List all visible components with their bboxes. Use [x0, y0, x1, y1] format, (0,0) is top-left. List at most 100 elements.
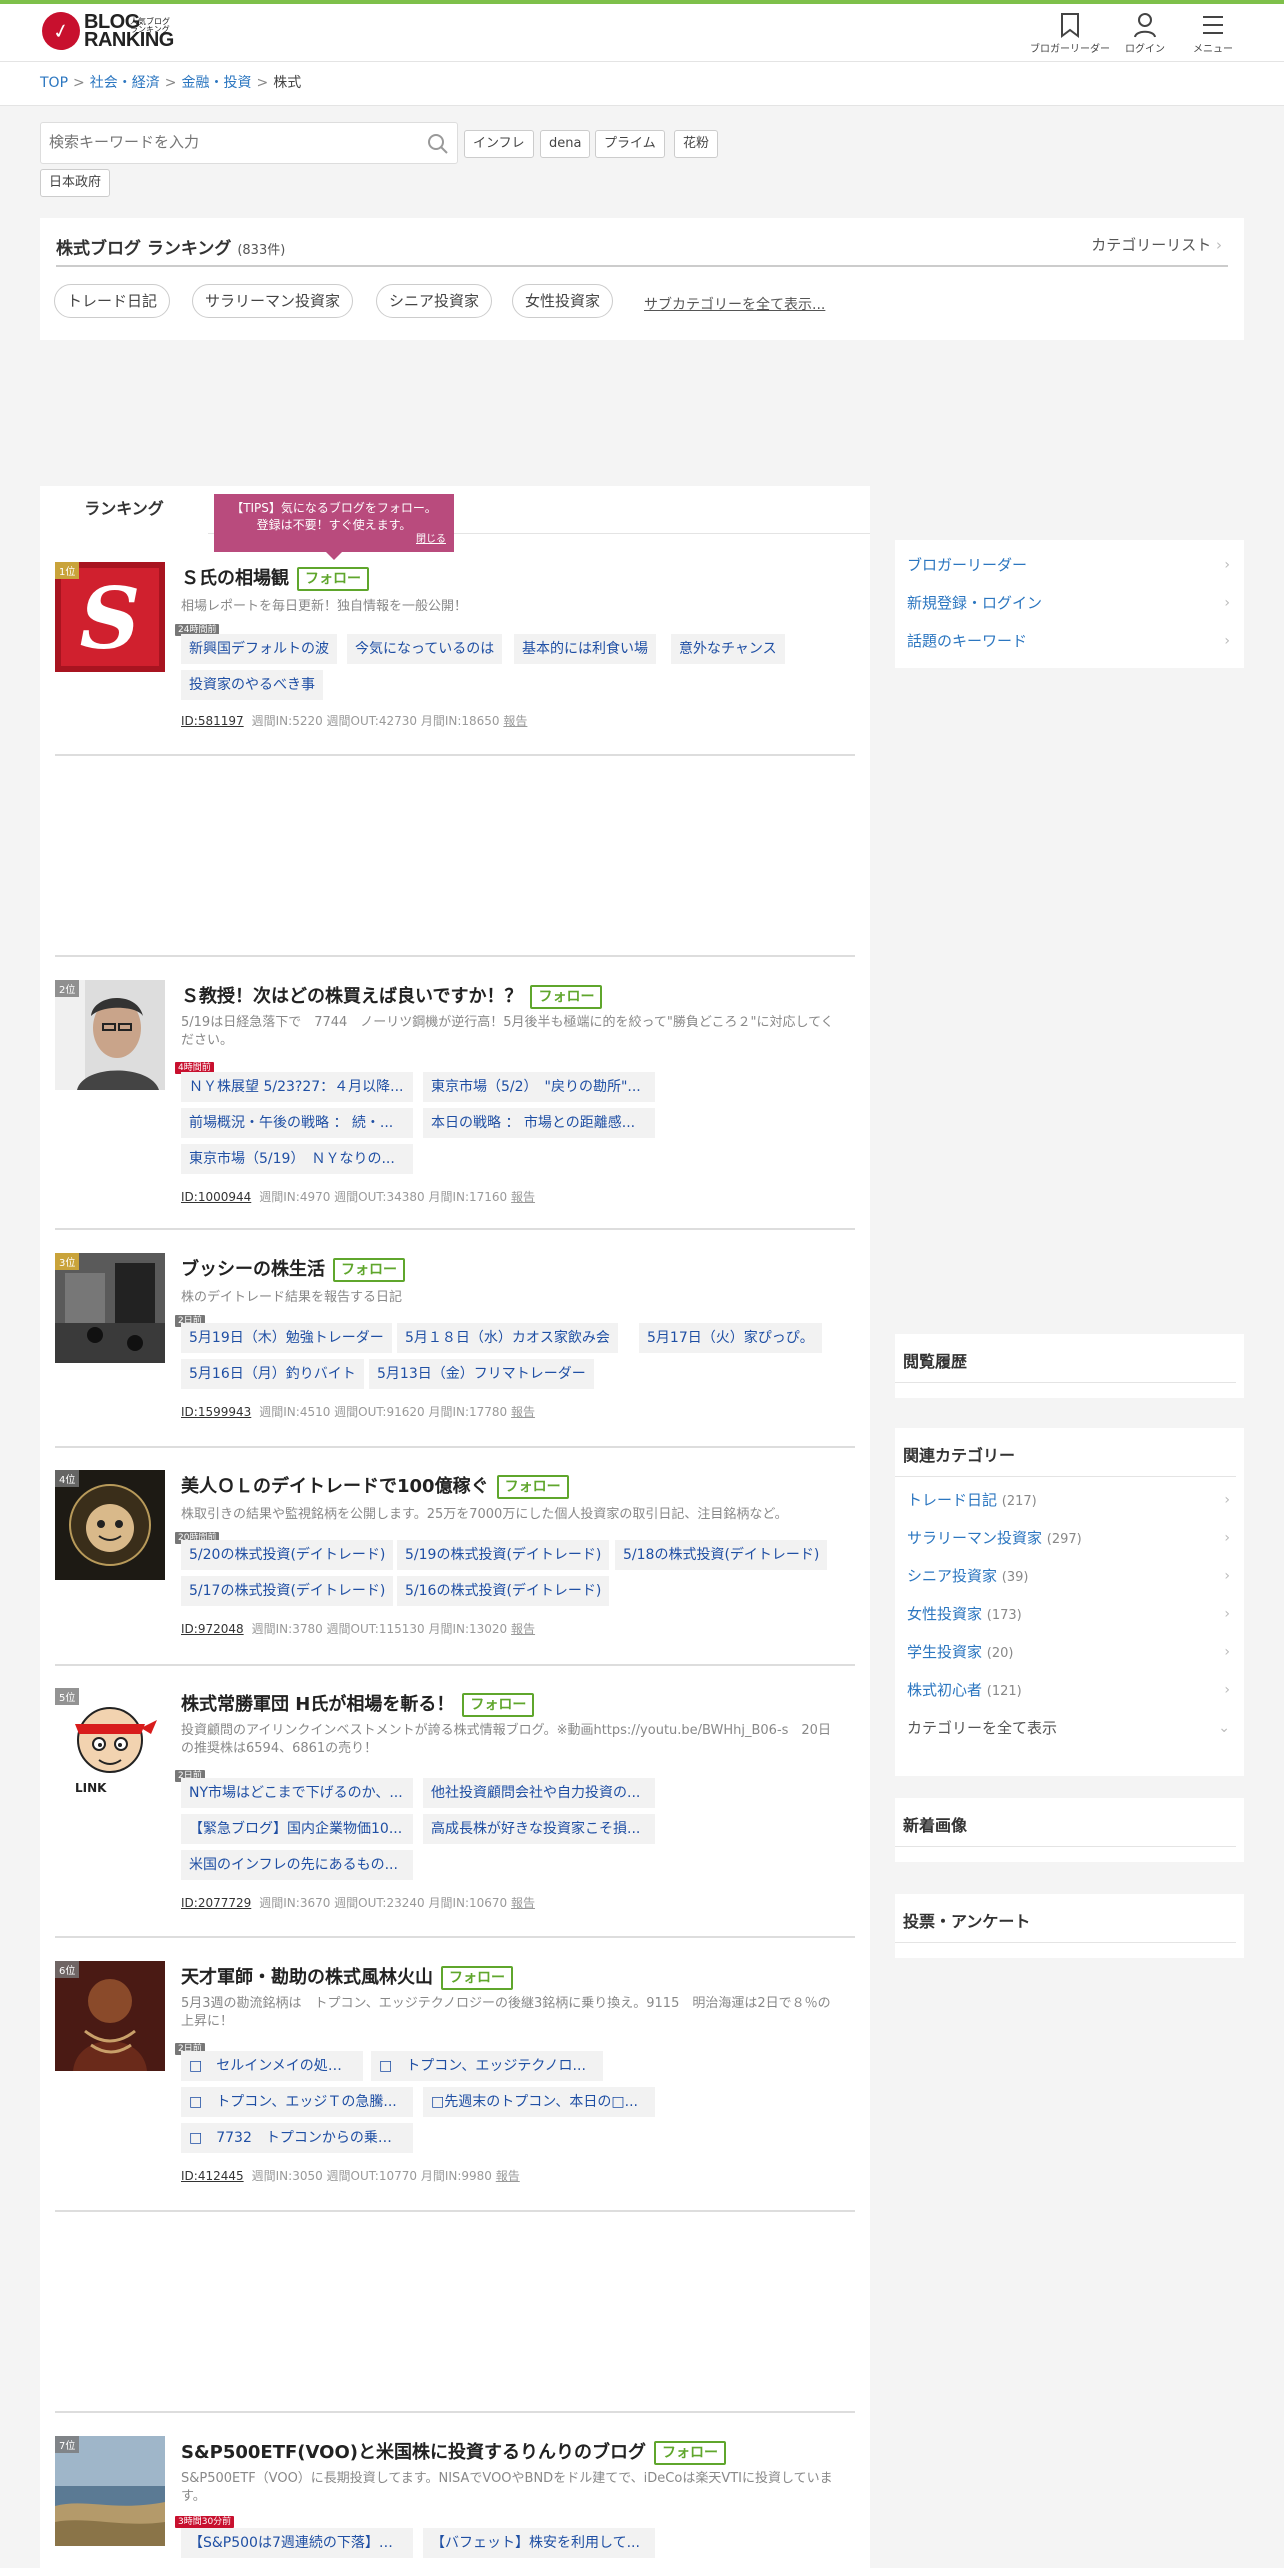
blog-id-link[interactable]: ID:972048 — [181, 1622, 244, 1636]
category-title: 株式ブログ ランキング (833件) — [56, 239, 286, 259]
article-link[interactable]: 投資家のやるべき事 — [181, 670, 323, 700]
nav-blogger-reader[interactable]: ブロガーリーダー — [1030, 12, 1110, 55]
divider — [55, 1664, 855, 1666]
report-link[interactable]: 報告 — [496, 2169, 520, 2183]
blog-id-link[interactable]: ID:1599943 — [181, 1405, 251, 1419]
blog-title[interactable]: 天才軍師・勘助の株式風林火山 フォロー — [181, 1963, 513, 1990]
article-link[interactable]: □ セルインメイの処し方 — [181, 2051, 363, 2081]
tab-ranking[interactable]: ランキング — [40, 486, 208, 534]
article-link[interactable]: 高成長株が好きな投資家こそ損... — [423, 1814, 655, 1844]
subcat-female[interactable]: 女性投資家 — [512, 284, 614, 318]
blog-id-link[interactable]: ID:1000944 — [181, 1190, 251, 1204]
article-link[interactable]: 他社投資顧問会社や自力投資の... — [423, 1778, 655, 1808]
subcat-senior[interactable]: シニア投資家 — [376, 284, 493, 318]
user-icon — [1134, 13, 1156, 38]
blog-title[interactable]: 美人ＯＬのデイトレードで100億稼ぐ フォロー — [181, 1472, 569, 1499]
blog-id-link[interactable]: ID:581197 — [181, 714, 244, 728]
follow-button[interactable]: フォロー — [441, 1966, 513, 1990]
tips-close-link[interactable]: 閉じる — [416, 531, 446, 548]
blog-stats: ID:972048 週間IN:3780 週間OUT:115130 月間IN:130… — [181, 1622, 536, 1636]
article-link[interactable]: 5月１８日（水）カオス家飲み会 — [397, 1323, 618, 1353]
report-link[interactable]: 報告 — [511, 1190, 535, 1204]
blog-title[interactable]: Ｓ教授！次はどの株買えば良いですか！？ フォロー — [181, 982, 603, 1009]
show-all-subcats-link[interactable]: サブカテゴリーを全て表示... — [644, 294, 825, 314]
report-link[interactable]: 報告 — [511, 1622, 535, 1636]
ranking-entry: 7位 S&P500ETF(VOO)と米国株に投資するりんりのブログ フォロー S&… — [55, 2436, 855, 2568]
breadcrumb-social-economy[interactable]: 社会・経済 — [90, 75, 160, 91]
nav-login[interactable]: ログイン — [1118, 12, 1172, 55]
follow-button[interactable]: フォロー — [462, 1693, 535, 1717]
sidebar-link-blogger-reader[interactable]: ブロガーリーダー › — [895, 546, 1244, 584]
article-link[interactable]: □ 7732 トプコンからの乗り... — [181, 2123, 413, 2153]
related-cat-senior[interactable]: シニア投資家 (39) › — [895, 1557, 1244, 1595]
blog-description: S&P500ETF（VOO）に長期投資してます。NISAでVOOやBNDをドル建… — [181, 2471, 833, 2504]
report-link[interactable]: 報告 — [511, 1896, 535, 1910]
report-link[interactable]: 報告 — [511, 1405, 535, 1419]
breadcrumb-finance[interactable]: 金融・投資 — [181, 75, 251, 91]
follow-button[interactable]: フォロー — [530, 985, 603, 1009]
blog-description: 株取引きの結果や監視銘柄を公開します。25万を7000万にした個人投資家の取引日… — [181, 1507, 788, 1522]
keyword-chip[interactable]: dena — [540, 130, 591, 158]
subcat-trade-diary[interactable]: トレード日記 — [54, 284, 171, 318]
report-link[interactable]: 報告 — [503, 714, 527, 728]
article-link[interactable]: 5月19日（木）勉強トレーダー — [181, 1323, 392, 1353]
related-cat-female[interactable]: 女性投資家 (173) › — [895, 1595, 1244, 1633]
sidebar-link-trending-keywords[interactable]: 話題のキーワード › — [895, 622, 1244, 660]
blog-title[interactable]: Ｓ氏の相場観 フォロー — [181, 564, 369, 591]
article-link[interactable]: 5/17の株式投資(デイトレード) — [181, 1576, 394, 1606]
article-link[interactable]: NY市場はどこまで下げるのか、... — [181, 1778, 413, 1808]
article-link[interactable]: 5月13日（金）フリマトレーダー — [369, 1359, 594, 1389]
follow-button[interactable]: フォロー — [653, 2441, 726, 2465]
article-link[interactable]: 【バフェット】株安を利用して... — [423, 2528, 655, 2558]
follow-button[interactable]: フォロー — [333, 1258, 405, 1282]
article-link[interactable]: 前場概況・午後の戦略 ： 続・... — [181, 1108, 413, 1138]
sidebar-link-register-login[interactable]: 新規登録・ログイン › — [895, 584, 1244, 622]
article-link[interactable]: 意外なチャンス — [671, 634, 785, 664]
rank-badge: 4位 — [55, 1470, 80, 1487]
article-link[interactable]: 東京市場（5/2） "戻りの勘所"... — [423, 1072, 655, 1102]
article-link[interactable]: 新興国デフォルトの波 — [181, 634, 337, 664]
article-link[interactable]: ＮＹ株展望 5/23?27：４月以降... — [181, 1072, 413, 1102]
article-link[interactable]: □先週末のトプコン、本日の□... — [423, 2087, 655, 2117]
search-input[interactable] — [41, 123, 401, 161]
article-link[interactable]: 5月16日（月）釣りバイト — [181, 1359, 364, 1389]
related-cat-beginner[interactable]: 株式初心者 (121) › — [895, 1671, 1244, 1709]
blog-title[interactable]: ブッシーの株生活 フォロー — [181, 1255, 405, 1282]
keyword-chip[interactable]: 日本政府 — [40, 169, 111, 197]
nav-label: ログイン — [1125, 44, 1165, 55]
blog-id-link[interactable]: ID:412445 — [181, 2169, 244, 2183]
article-link[interactable]: 東京市場（5/19） ＮＹなりの... — [181, 1144, 413, 1174]
search-icon[interactable] — [427, 133, 449, 155]
article-link[interactable]: □ トプコン、エッジＴの急騰... — [181, 2087, 413, 2117]
article-link[interactable]: 5/16の株式投資(デイトレード) — [397, 1576, 610, 1606]
blog-title[interactable]: S&P500ETF(VOO)と米国株に投資するりんりのブログ フォロー — [181, 2438, 726, 2465]
category-list-link[interactable]: カテゴリーリスト › — [1091, 234, 1222, 255]
breadcrumb-top[interactable]: TOP — [40, 75, 68, 91]
article-link[interactable]: 5/18の株式投資(デイトレード) — [615, 1540, 828, 1570]
site-logo[interactable]: ✓ BLOG RANKING 人気ブログランキング — [38, 8, 174, 54]
article-link[interactable]: 【緊急ブログ】国内企業物価10... — [181, 1814, 413, 1844]
show-all-categories[interactable]: カテゴリーを全て表示 ⌄ — [895, 1709, 1244, 1747]
article-link[interactable]: 米国のインフレの先にあるもの... — [181, 1850, 413, 1880]
article-link[interactable]: 本日の戦略 ： 市場との距離感... — [423, 1108, 655, 1138]
keyword-chip[interactable]: プライム — [595, 130, 665, 158]
article-link[interactable]: □ トプコン、エッジテクノロ... — [371, 2051, 603, 2081]
nav-menu[interactable]: メニュー — [1186, 12, 1240, 55]
article-link[interactable]: 今気になっているのは — [347, 634, 503, 664]
article-link[interactable]: 5/19の株式投資(デイトレード) — [397, 1540, 610, 1570]
related-cat-student[interactable]: 学生投資家 (20) › — [895, 1633, 1244, 1671]
article-link[interactable]: 基本的には利食い場 — [514, 634, 656, 664]
follow-button[interactable]: フォロー — [297, 567, 369, 591]
keyword-chip[interactable]: インフレ — [464, 130, 534, 158]
article-link[interactable]: 5/20の株式投資(デイトレード) — [181, 1540, 394, 1570]
follow-button[interactable]: フォロー — [496, 1475, 569, 1499]
article-link[interactable]: 5月17日（火）家ぴっぴ。 — [639, 1323, 822, 1353]
blog-title[interactable]: 株式常勝軍団 H氏が相場を斬る！ フォロー — [181, 1690, 535, 1717]
article-link[interactable]: 【S&P500は7週連続の下落】週... — [181, 2528, 413, 2558]
related-cat-trade-diary[interactable]: トレード日記 (217) › — [895, 1481, 1244, 1519]
blog-id-link[interactable]: ID:2077729 — [181, 1896, 251, 1910]
blog-description: 投資顧問のアイリンクインベストメントが誇る株式情報ブログ。※動画https://… — [181, 1723, 831, 1756]
related-cat-salaryman[interactable]: サラリーマン投資家 (297) › — [895, 1519, 1244, 1557]
keyword-chip[interactable]: 花粉 — [674, 130, 719, 158]
subcat-salaryman[interactable]: サラリーマン投資家 — [192, 284, 354, 318]
